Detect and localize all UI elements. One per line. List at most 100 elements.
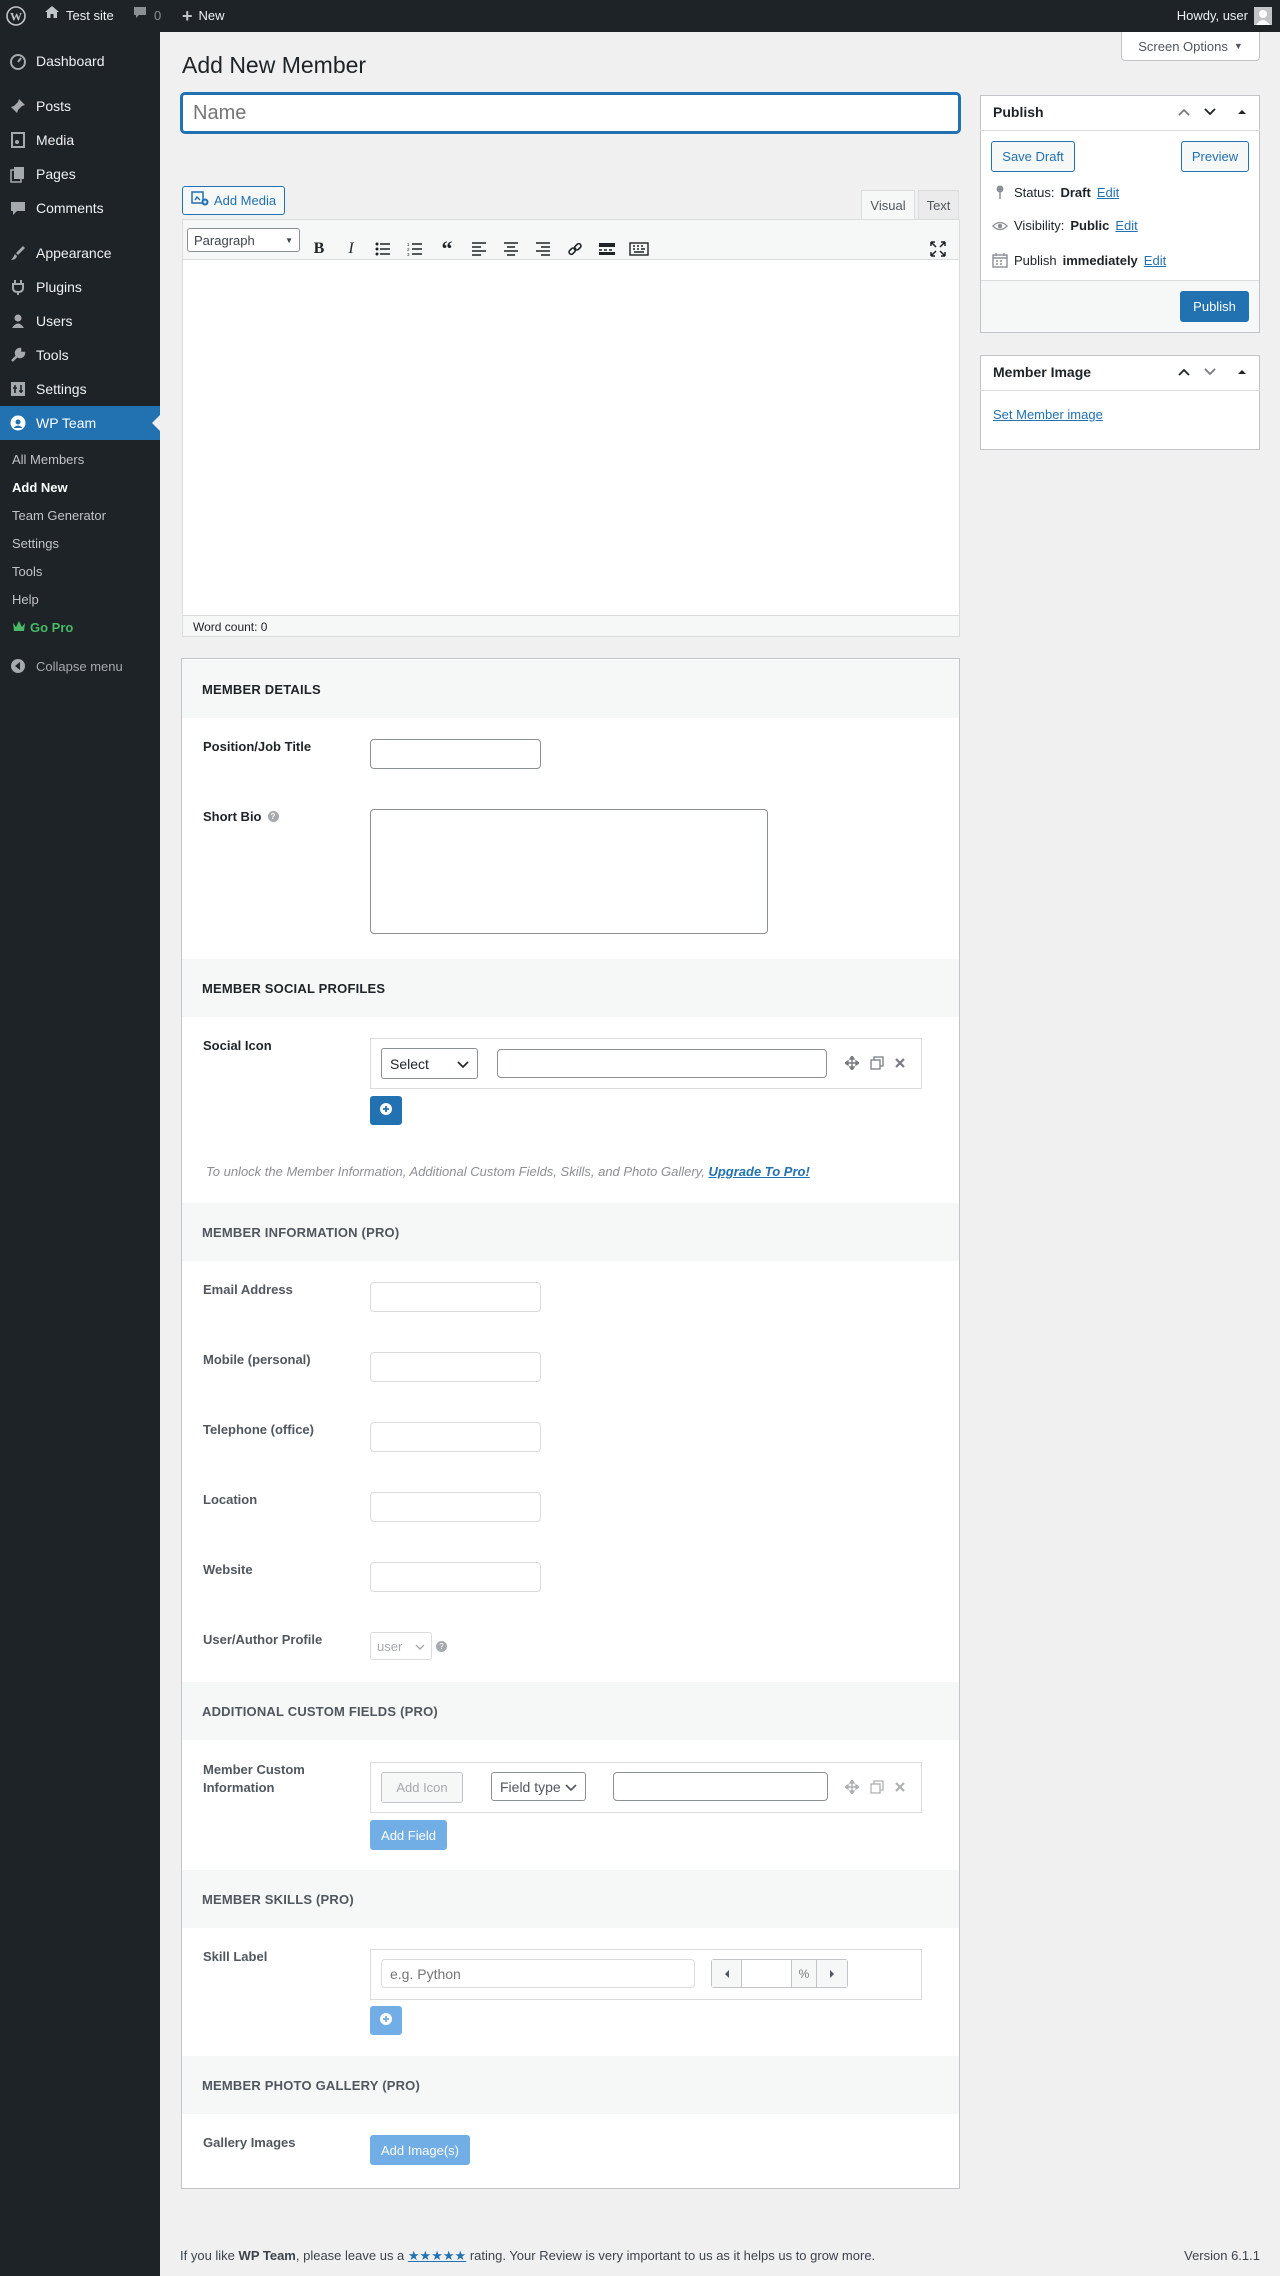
tab-text[interactable]: Text: [918, 190, 959, 220]
italic-icon[interactable]: I: [341, 239, 361, 259]
pages-icon: [0, 165, 36, 183]
comment-icon: [132, 0, 148, 32]
sidebar-item-users[interactable]: Users: [0, 304, 160, 338]
submenu-tools[interactable]: Tools: [12, 564, 42, 579]
add-social-button[interactable]: [370, 1096, 402, 1125]
collapse-toggle-icon[interactable]: [1234, 104, 1250, 120]
submenu-add-new[interactable]: Add New: [12, 480, 68, 495]
telephone-input[interactable]: [370, 1422, 541, 1452]
add-skill-button[interactable]: [370, 2006, 402, 2035]
move-icon[interactable]: [843, 1778, 861, 1796]
title-input[interactable]: [181, 93, 960, 133]
duplicate-icon[interactable]: [870, 1780, 884, 1794]
collapse-menu-button[interactable]: Collapse menu: [0, 656, 160, 676]
custom-field-value-input[interactable]: [613, 1772, 828, 1801]
user-profile-select[interactable]: user: [370, 1632, 432, 1660]
close-icon[interactable]: [893, 1780, 907, 1794]
edit-date-link[interactable]: Edit: [1144, 253, 1166, 268]
telephone-label: Telephone (office): [203, 1422, 314, 1437]
move-icon[interactable]: [843, 1054, 861, 1072]
sidebar-item-label: Plugins: [36, 279, 82, 295]
email-input[interactable]: [370, 1282, 541, 1312]
submenu-team-generator[interactable]: Team Generator: [12, 508, 106, 523]
add-icon-button[interactable]: Add Icon: [381, 1772, 463, 1803]
fullscreen-icon[interactable]: [928, 239, 948, 259]
skill-percent-stepper[interactable]: %: [711, 1959, 848, 1988]
bold-icon[interactable]: B: [309, 239, 329, 259]
submenu-settings[interactable]: Settings: [12, 536, 59, 551]
add-field-button[interactable]: Add Field: [370, 1820, 447, 1850]
keyboard-icon[interactable]: [629, 239, 649, 259]
preview-button[interactable]: Preview: [1181, 141, 1249, 172]
link-icon[interactable]: [565, 239, 585, 259]
social-icon-label: Social Icon: [203, 1038, 272, 1053]
field-type-select[interactable]: Field type: [491, 1772, 586, 1801]
screen-options-button[interactable]: Screen Options ▼: [1121, 32, 1260, 61]
footer-version: Version 6.1.1: [1184, 2248, 1260, 2263]
skill-percent-input[interactable]: [742, 1960, 791, 1987]
sidebar-item-comments[interactable]: Comments: [0, 191, 160, 225]
help-icon[interactable]: ?: [267, 811, 279, 822]
read-more-icon[interactable]: [597, 239, 617, 259]
mobile-input[interactable]: [370, 1352, 541, 1382]
numbered-list-icon[interactable]: 123: [405, 239, 425, 259]
sidebar-item-dashboard[interactable]: Dashboard: [0, 44, 160, 78]
social-url-input[interactable]: [497, 1049, 827, 1078]
website-input[interactable]: [370, 1562, 541, 1592]
bullet-list-icon[interactable]: [373, 239, 393, 259]
add-images-button[interactable]: Add Image(s): [370, 2135, 470, 2165]
skill-name-input[interactable]: [381, 1959, 695, 1988]
member-image-title: Member Image: [993, 364, 1092, 380]
submenu-help[interactable]: Help: [12, 592, 39, 607]
publish-button[interactable]: Publish: [1180, 291, 1249, 322]
chevron-up-icon[interactable]: [1176, 104, 1192, 120]
sidebar-item-plugins[interactable]: Plugins: [0, 270, 160, 304]
sidebar-item-wp-team[interactable]: WP Team: [0, 406, 160, 440]
submenu-go-pro[interactable]: Go Pro: [12, 620, 73, 635]
sidebar-item-tools[interactable]: Tools: [0, 338, 160, 372]
submenu-all-members[interactable]: All Members: [12, 452, 84, 467]
chevron-down-icon[interactable]: [1202, 364, 1218, 380]
site-name: Test site: [66, 8, 114, 23]
short-bio-textarea[interactable]: [370, 809, 768, 934]
sidebar-item-settings[interactable]: Settings: [0, 372, 160, 406]
sidebar-item-posts[interactable]: Posts: [0, 89, 160, 123]
align-right-icon[interactable]: [533, 239, 553, 259]
site-name-link[interactable]: Test site: [44, 0, 114, 32]
decrement-icon[interactable]: [712, 1960, 742, 1987]
chevron-down-icon[interactable]: [1202, 104, 1218, 120]
upgrade-link[interactable]: Upgrade To Pro!: [708, 1164, 809, 1179]
sidebar-item-pages[interactable]: Pages: [0, 157, 160, 191]
collapse-toggle-icon[interactable]: [1234, 364, 1250, 380]
new-content-link[interactable]: + New: [182, 0, 225, 32]
duplicate-icon[interactable]: [870, 1056, 884, 1070]
help-icon[interactable]: ?: [436, 1641, 447, 1652]
rating-stars-link[interactable]: ★★★★★: [408, 2248, 466, 2263]
tab-visual[interactable]: Visual: [861, 190, 915, 220]
sidebar-item-media[interactable]: Media: [0, 123, 160, 157]
comments-link[interactable]: 0: [132, 0, 161, 32]
wordpress-logo-icon[interactable]: W: [6, 0, 26, 32]
editor-content-area[interactable]: [183, 260, 959, 615]
align-center-icon[interactable]: [501, 239, 521, 259]
sidebar-item-label: Posts: [36, 98, 72, 114]
blockquote-icon[interactable]: “: [437, 236, 457, 261]
set-member-image-link[interactable]: Set Member image: [993, 407, 1103, 422]
format-select[interactable]: Paragraph ▼: [187, 228, 300, 252]
add-media-button[interactable]: Add Media: [182, 186, 285, 215]
increment-icon[interactable]: [817, 1960, 847, 1987]
social-select[interactable]: Select: [381, 1048, 478, 1079]
svg-text:W: W: [10, 10, 22, 24]
chevron-up-icon[interactable]: [1176, 364, 1192, 380]
edit-visibility-link[interactable]: Edit: [1115, 218, 1137, 233]
edit-status-link[interactable]: Edit: [1097, 185, 1119, 200]
close-icon[interactable]: [893, 1056, 907, 1070]
sidebar-item-appearance[interactable]: Appearance: [0, 236, 160, 270]
svg-text:3: 3: [407, 252, 410, 256]
position-input[interactable]: [370, 739, 541, 769]
pin-icon: [992, 184, 1008, 200]
location-input[interactable]: [370, 1492, 541, 1522]
account-menu[interactable]: Howdy, user: [1177, 0, 1272, 32]
save-draft-button[interactable]: Save Draft: [991, 141, 1075, 172]
align-left-icon[interactable]: [469, 239, 489, 259]
